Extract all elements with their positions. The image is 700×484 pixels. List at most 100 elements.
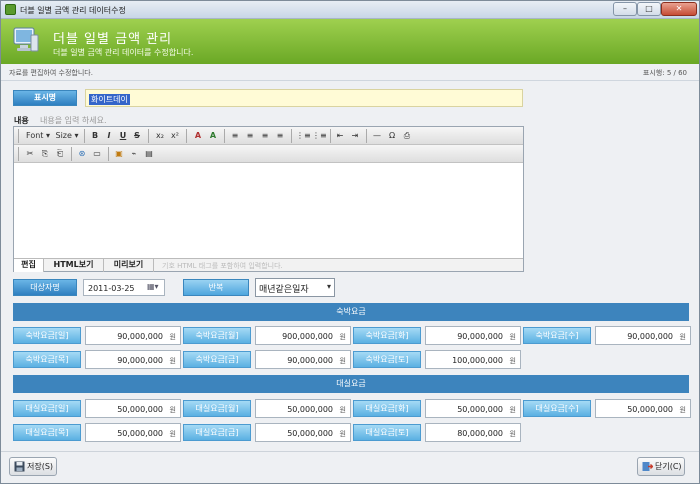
special-char-icon[interactable]: Ω: [386, 130, 398, 142]
close-window-button[interactable]: ✕: [661, 2, 697, 16]
exit-icon: [642, 462, 653, 471]
rent-fee-input[interactable]: 50,000,000 원: [255, 423, 351, 442]
indent-icon[interactable]: ⇥: [349, 130, 361, 142]
maximize-button[interactable]: □: [637, 2, 661, 16]
outdent-icon[interactable]: ⇤: [334, 130, 346, 142]
save-button[interactable]: 저장(S): [9, 457, 57, 476]
size-dropdown[interactable]: Size ▾: [54, 130, 80, 142]
currency-unit: 원: [509, 430, 516, 438]
banner-title: 더블 일별 금액 관리: [53, 32, 173, 47]
font-dropdown[interactable]: Font ▾: [24, 130, 52, 142]
lodging-fee-input[interactable]: 90,000,000 원: [85, 350, 181, 369]
fee-value: 50,000,000: [627, 405, 673, 414]
rent-fee-input[interactable]: 80,000,000 원: [425, 423, 521, 442]
currency-unit: 원: [509, 357, 516, 365]
fee-value: 50,000,000: [287, 405, 333, 414]
info-icon[interactable]: ▤: [143, 148, 155, 160]
italic-icon[interactable]: I: [104, 130, 114, 142]
rent-fee-label: 대실요금[목]: [13, 424, 81, 441]
table-icon[interactable]: ▭: [91, 148, 103, 160]
fee-value: 50,000,000: [117, 429, 163, 438]
fee-value: 100,000,000: [452, 356, 503, 365]
align-justify-icon[interactable]: ≡: [274, 130, 286, 142]
rent-fee-label: 대실요금[월]: [183, 400, 251, 417]
rent-fee-label: 대실요금[화]: [353, 400, 421, 417]
close-button[interactable]: 닫기(C): [637, 457, 685, 476]
subscript-icon[interactable]: x₂: [154, 130, 166, 142]
lodging-fee-input[interactable]: 90,000,000 원: [85, 326, 181, 345]
underline-icon[interactable]: U: [118, 130, 128, 142]
rent-fee-input[interactable]: 50,000,000 원: [595, 399, 691, 418]
currency-unit: 원: [679, 333, 686, 341]
link-icon[interactable]: ⊛: [76, 148, 88, 160]
banner-subtitle: 더블 일별 금액 관리 데이터를 수정합니다.: [53, 48, 194, 57]
title-bar: 더블 일별 금액 관리 데이터수정 – □ ✕: [1, 1, 699, 19]
lodging-fee-label: 숙박요금[토]: [353, 351, 421, 368]
paste-icon[interactable]: ⎗: [54, 148, 66, 160]
tab-preview[interactable]: 미리보기: [104, 259, 154, 272]
calendar-dropdown-icon[interactable]: ▦▾: [147, 282, 161, 293]
lodging-fee-input[interactable]: 90,000,000 원: [425, 326, 521, 345]
app-icon: [5, 4, 16, 15]
font-color-icon[interactable]: A: [192, 130, 204, 142]
image-icon[interactable]: ▣: [113, 148, 125, 160]
close-button-label: 닫기(C): [655, 462, 682, 471]
tab-html-view[interactable]: HTML보기: [44, 259, 104, 272]
lodging-fee-input[interactable]: 90,000,000 원: [595, 326, 691, 345]
rent-fee-input[interactable]: 50,000,000 원: [85, 423, 181, 442]
repeat-value: 매년같은일자: [259, 285, 309, 295]
lodging-fee-label: 숙박요금[금]: [183, 351, 251, 368]
attach-icon[interactable]: ⌁: [128, 148, 140, 160]
currency-unit: 원: [509, 333, 516, 341]
copy-icon[interactable]: ⎘: [39, 148, 51, 160]
superscript-icon[interactable]: x²: [169, 130, 181, 142]
lodging-fee-input[interactable]: 90,000,000 원: [255, 350, 351, 369]
display-name-label: 표시명: [13, 90, 77, 106]
editor-hint: 기호 HTML 태그를 포함하여 입력합니다.: [162, 262, 283, 270]
strikethrough-icon[interactable]: S: [132, 130, 142, 142]
lodging-fee-input[interactable]: 100,000,000 원: [425, 350, 521, 369]
lodging-fee-label: 숙박요금[월]: [183, 327, 251, 344]
lodging-fee-label: 숙박요금[목]: [13, 351, 81, 368]
fee-value: 90,000,000: [287, 356, 333, 365]
repeat-label: 반복: [183, 279, 249, 296]
info-text: 자료를 편집하여 수정합니다.: [9, 69, 93, 77]
lodging-fee-label: 숙박요금[화]: [353, 327, 421, 344]
tab-edit[interactable]: 편집: [14, 259, 44, 272]
currency-unit: 원: [339, 406, 346, 414]
rent-fee-input[interactable]: 50,000,000 원: [85, 399, 181, 418]
background-color-icon[interactable]: A: [207, 130, 219, 142]
rent-fee-label: 대실요금[금]: [183, 424, 251, 441]
window-title: 더블 일별 금액 관리 데이터수정: [20, 6, 126, 15]
align-center-icon[interactable]: ≡: [244, 130, 256, 142]
display-name-value: 화이트데이: [89, 94, 130, 105]
chevron-down-icon: ▾: [326, 282, 331, 291]
lodging-fee-input[interactable]: 900,000,000 원: [255, 326, 351, 345]
currency-unit: 원: [169, 357, 176, 365]
minimize-button[interactable]: –: [613, 2, 637, 16]
print-icon[interactable]: ⎙: [401, 130, 413, 142]
editor-content-area[interactable]: [14, 163, 523, 258]
currency-unit: 원: [679, 406, 686, 414]
fee-value: 90,000,000: [627, 332, 673, 341]
align-left-icon[interactable]: ≡: [229, 130, 241, 142]
info-bar: 자료를 편집하여 수정합니다. 표시행: 5 / 60: [1, 64, 699, 81]
editor-toolbar-edit: ✂ ⎘ ⎗ ⊛ ▭ ▣ ⌁ ▤: [14, 145, 523, 163]
editor-mode-tabs: 편집 HTML보기 미리보기 기호 HTML 태그를 포함하여 입력합니다.: [14, 258, 523, 272]
bottom-bar: [1, 451, 699, 483]
date-value: 2011-03-25: [88, 284, 135, 293]
cut-icon[interactable]: ✂: [24, 148, 36, 160]
bold-icon[interactable]: B: [90, 130, 100, 142]
ordered-list-icon[interactable]: ⋮≡: [296, 130, 311, 142]
horizontal-rule-icon[interactable]: —: [371, 130, 383, 142]
lodging-fee-label: 숙박요금[일]: [13, 327, 81, 344]
rent-fee-input[interactable]: 50,000,000 원: [255, 399, 351, 418]
fee-value: 80,000,000: [457, 429, 503, 438]
align-right-icon[interactable]: ≡: [259, 130, 271, 142]
rent-fee-input[interactable]: 50,000,000 원: [425, 399, 521, 418]
display-name-input[interactable]: 화이트데이: [85, 89, 523, 107]
floppy-disk-icon: [14, 461, 25, 472]
unordered-list-icon[interactable]: ⋮≡: [312, 130, 327, 142]
repeat-select[interactable]: 매년같은일자 ▾: [255, 278, 335, 297]
content-placeholder: 내용을 입력 하세요.: [40, 116, 107, 125]
